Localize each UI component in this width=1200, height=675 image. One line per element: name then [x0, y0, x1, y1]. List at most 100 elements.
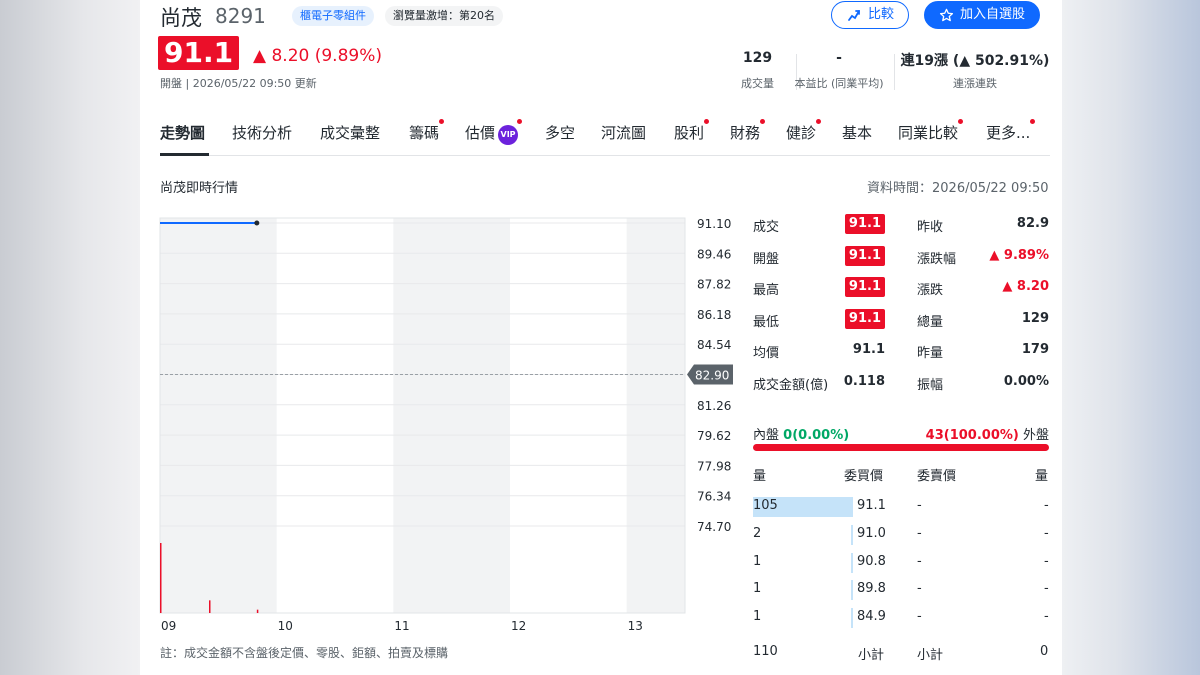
- bid-subtotal-label: 小計: [858, 648, 885, 663]
- quote-label: 最高: [753, 283, 780, 298]
- notification-dot: [1030, 119, 1036, 124]
- compare-icon: [848, 10, 860, 21]
- current-price: 91.1: [158, 36, 240, 70]
- tab-technical[interactable]: 技術分析: [232, 122, 292, 143]
- y-tick-label: 84.54: [697, 338, 731, 352]
- x-tick-label: 13: [628, 619, 643, 633]
- page-background-right: [1062, 0, 1200, 675]
- footnote: 註：成交金額不含盤後定價、零股、鉅額、拍賣及標購: [160, 646, 449, 660]
- tab-peer-compare[interactable]: 同業比較: [898, 119, 964, 143]
- tab-long-short[interactable]: 多空: [545, 122, 575, 143]
- y-tick-label: 86.18: [697, 308, 731, 322]
- quote-value: 91.1: [844, 277, 885, 297]
- rank-tag: 瀏覽量激增：第20名: [385, 6, 503, 26]
- notification-dot: [816, 119, 822, 124]
- y-tick-label: 79.62: [697, 429, 731, 443]
- quote-value: 0.118: [843, 374, 885, 389]
- ask-total: 0: [1040, 644, 1049, 659]
- outer-label: 外盤: [1022, 428, 1049, 443]
- quote-label: 最低: [753, 315, 780, 330]
- stat-pe-value: -: [836, 50, 842, 66]
- tab-basic[interactable]: 基本: [842, 122, 872, 143]
- page-background-left: [0, 0, 140, 675]
- quote-value: 91.1: [844, 309, 885, 329]
- bid-volume-bar: [851, 553, 853, 573]
- quote-row: 最低 91.1 總量 129: [753, 309, 1049, 331]
- orderbook-header-bid-price: 委買價: [844, 469, 884, 484]
- tab-river-chart[interactable]: 河流圖: [601, 122, 646, 143]
- orderbook-bid-qty: 1: [753, 554, 762, 569]
- reference-price-label: 82.90: [695, 369, 729, 383]
- compare-label: 比較: [868, 7, 895, 22]
- quote-card: 尚茂 8291 櫃電子零組件 瀏覽量激增：第20名 比較 加入自選股 91.1 …: [140, 0, 1062, 675]
- quote-row: 成交 91.1 昨收 82.9: [753, 214, 1049, 236]
- intraday-chart[interactable]: 91.10 89.46 87.82 86.18 84.54 81.26 79.62 77.98…: [158, 205, 738, 635]
- stat-volume: 129 成交量: [725, 50, 790, 91]
- bid-volume-bar: [851, 608, 853, 628]
- add-watchlist-button[interactable]: 加入自選股: [924, 1, 1041, 29]
- inner-outer-bar: [753, 444, 1049, 451]
- volume-bar: [160, 543, 162, 613]
- tab-trade-summary[interactable]: 成交彙整: [320, 122, 380, 143]
- quote-label: 成交金額(億): [753, 378, 829, 393]
- x-tick-label: 10: [278, 619, 293, 633]
- orderbook-ask-price: -: [917, 609, 922, 624]
- data-time: 資料時間：2026/05/22 09:50: [867, 181, 1049, 196]
- x-tick-label: 12: [511, 619, 526, 633]
- add-watchlist-label: 加入自選股: [960, 7, 1026, 22]
- price-change: ▲ 8.20 (9.89%): [253, 46, 383, 66]
- orderbook-ask-qty: -: [1044, 554, 1049, 569]
- quote-value: 82.9: [1016, 216, 1049, 231]
- orderbook-bid-qty: 1: [753, 581, 762, 596]
- orderbook-header-ask-qty: 量: [1035, 469, 1049, 484]
- quote-row: 均價 91.1 昨量 179: [753, 340, 1049, 362]
- tab-trend[interactable]: 走勢圖: [160, 122, 205, 143]
- compare-button[interactable]: 比較: [831, 1, 910, 29]
- stat-volume-value: 129: [742, 50, 773, 66]
- ask-subtotal-label: 小計: [917, 648, 944, 663]
- tab-dividend[interactable]: 股利: [674, 119, 710, 143]
- orderbook-ask-qty: -: [1044, 526, 1049, 541]
- y-tick-label: 87.82: [697, 278, 731, 292]
- chart-hour-band: [160, 218, 277, 613]
- y-tick-label: 81.26: [697, 399, 731, 413]
- latest-price-dot: [254, 220, 260, 226]
- orderbook-bid-price: 84.9: [857, 609, 886, 624]
- tab-financial[interactable]: 財務: [730, 119, 766, 143]
- notification-dot: [958, 119, 964, 124]
- notification-dot: [439, 119, 445, 124]
- quote-value: 91.1: [852, 342, 885, 357]
- industry-tag[interactable]: 櫃電子零組件: [292, 6, 374, 26]
- tab-health-check[interactable]: 健診: [786, 119, 822, 143]
- orderbook-ask-price: -: [917, 581, 922, 596]
- stat-volume-label: 成交量: [741, 77, 774, 90]
- active-tab-indicator: [160, 153, 209, 156]
- x-tick-label: 11: [394, 619, 409, 633]
- notification-dot: [517, 119, 523, 124]
- volume-bar: [209, 600, 211, 613]
- tab-chips[interactable]: 籌碼: [409, 119, 445, 143]
- orderbook-bid-price: 91.1: [857, 498, 886, 513]
- quote-value: 91.1: [844, 214, 885, 234]
- tab-bar: 走勢圖 技術分析 成交彙整 籌碼 估價 VIP 多空 河流圖 股利 財務 健診 基…: [160, 119, 1050, 156]
- orderbook-ask-qty: -: [1044, 498, 1049, 513]
- quote-row: 成交金額(億) 0.118 振幅 0.00%: [753, 372, 1049, 394]
- star-icon: [939, 8, 954, 21]
- quote-label: 總量: [917, 315, 944, 330]
- y-tick-label: 74.70: [697, 520, 731, 534]
- notification-dot: [760, 119, 766, 124]
- quote-label: 昨收: [917, 220, 944, 235]
- notification-dot: [704, 119, 710, 124]
- orderbook-bid-qty: 2: [753, 526, 762, 541]
- tab-valuation[interactable]: 估價 VIP: [465, 119, 523, 145]
- orderbook-header-ask-price: 委賣價: [917, 469, 957, 484]
- tab-more[interactable]: 更多...: [986, 119, 1036, 143]
- inner-value: 0(0.00%): [783, 428, 850, 443]
- quote-value: 91.1: [844, 246, 885, 266]
- bid-volume-bar: [851, 525, 853, 545]
- stat-streak-value: 連19漲 (▲ 502.91%): [900, 53, 1050, 69]
- quote-label: 昨量: [917, 346, 944, 361]
- y-tick-label: 77.98: [697, 459, 731, 473]
- inner-outer-summary: 內盤 0(0.00%) 43(100.00%) 外盤: [753, 424, 1049, 443]
- volume-bar: [256, 609, 259, 613]
